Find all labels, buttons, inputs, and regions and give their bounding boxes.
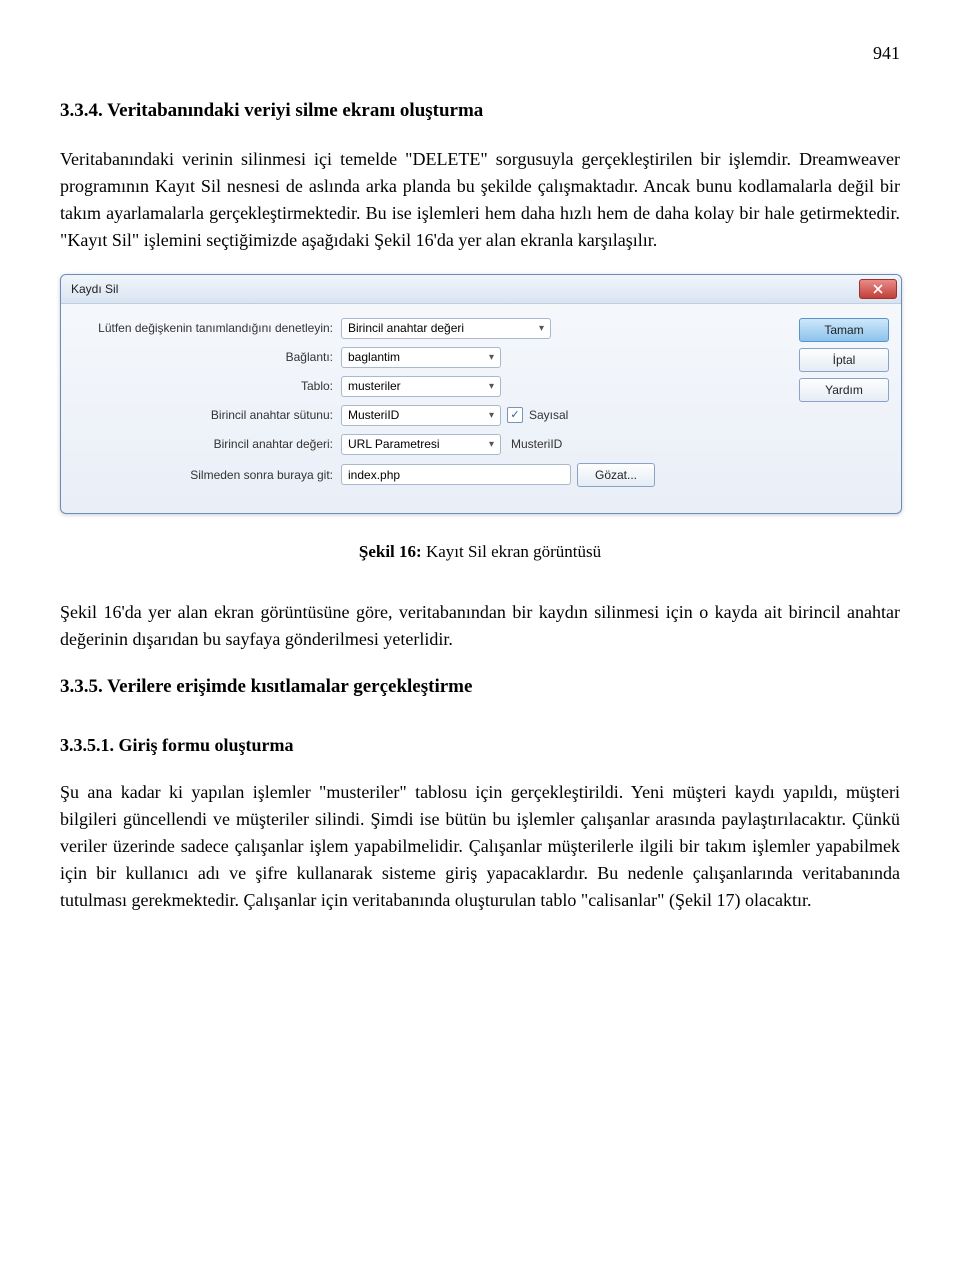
label-table: Tablo: <box>73 377 341 395</box>
figure-caption-label: Şekil 16: <box>359 542 422 561</box>
label-pk-value: Birincil anahtar değeri: <box>73 435 341 453</box>
section-heading-1: 3.3.4. Veritabanındaki veriyi silme ekra… <box>60 97 900 126</box>
dialog-titlebar: Kaydı Sil <box>61 275 901 304</box>
cancel-button[interactable]: İptal <box>799 348 889 372</box>
label-pk-column: Birincil anahtar sütunu: <box>73 406 341 424</box>
ok-button[interactable]: Tamam <box>799 318 889 342</box>
label-after-delete: Silmeden sonra buraya git: <box>73 466 341 484</box>
input-after-delete[interactable]: index.php <box>341 464 571 485</box>
row-after-delete: Silmeden sonra buraya git: index.php Göz… <box>73 463 789 487</box>
row-table: Tablo: musteriler <box>73 376 789 397</box>
row-connection: Bağlantı: baglantim <box>73 347 789 368</box>
label-connection: Bağlantı: <box>73 348 341 366</box>
select-table[interactable]: musteriler <box>341 376 501 397</box>
dialog-body: Lütfen değişkenin tanımlandığını denetle… <box>61 304 901 513</box>
delete-record-dialog: Kaydı Sil Lütfen değişkenin tanımlandığı… <box>60 274 902 514</box>
paragraph-3: Şu ana kadar ki yapılan işlemler "muster… <box>60 779 900 914</box>
paragraph-1: Veritabanındaki verinin silinmesi içi te… <box>60 146 900 254</box>
checkbox-numeric[interactable]: ✓ <box>507 407 523 423</box>
help-button[interactable]: Yardım <box>799 378 889 402</box>
row-pk-value: Birincil anahtar değeri: URL Parametresi… <box>73 434 789 455</box>
figure-caption-text: Kayıt Sil ekran görüntüsü <box>422 542 601 561</box>
pk-value-name: MusteriID <box>507 435 562 453</box>
label-numeric: Sayısal <box>529 406 568 424</box>
dialog-button-column: Tamam İptal Yardım <box>799 318 889 495</box>
dialog-title: Kaydı Sil <box>71 280 118 298</box>
paragraph-2: Şekil 16'da yer alan ekran görüntüsüne g… <box>60 599 900 653</box>
form-area: Lütfen değişkenin tanımlandığını denetle… <box>73 318 799 495</box>
figure-caption-16: Şekil 16: Kayıt Sil ekran görüntüsü <box>60 539 900 565</box>
select-pk-value-type[interactable]: URL Parametresi <box>341 434 501 455</box>
select-connection[interactable]: baglantim <box>341 347 501 368</box>
label-check-variable: Lütfen değişkenin tanımlandığını denetle… <box>73 319 341 337</box>
select-pk-column[interactable]: MusteriID <box>341 405 501 426</box>
row-pk-column: Birincil anahtar sütunu: MusteriID ✓ Say… <box>73 405 789 426</box>
page-number: 941 <box>60 40 900 67</box>
browse-button[interactable]: Gözat... <box>577 463 655 487</box>
section-heading-2: 3.3.5. Verilere erişimde kısıtlamalar ge… <box>60 673 900 702</box>
sub-heading-1: 3.3.5.1. Giriş formu oluşturma <box>60 732 900 759</box>
select-check-variable[interactable]: Birincil anahtar değeri <box>341 318 551 339</box>
row-check-variable: Lütfen değişkenin tanımlandığını denetle… <box>73 318 789 339</box>
close-icon[interactable] <box>859 279 897 299</box>
